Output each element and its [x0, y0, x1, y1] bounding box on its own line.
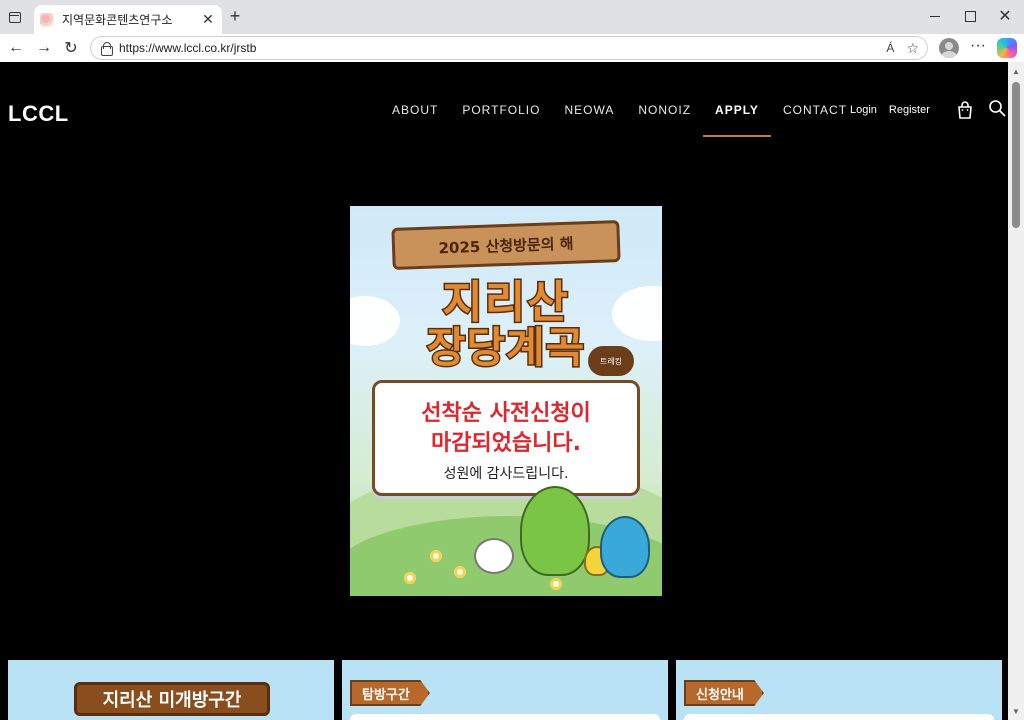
login-link[interactable]: Login — [850, 104, 877, 116]
browser-tab[interactable]: 지역문화콘텐츠연구소 ✕ — [34, 5, 222, 34]
info-card-2[interactable]: 탐방구간 — [342, 660, 668, 720]
page-viewport: LCCL ABOUT PORTFOLIO NEOWA NONOIZ APPLY … — [0, 62, 1024, 720]
more-options-icon[interactable]: ··· — [968, 37, 988, 57]
new-tab-icon[interactable]: + — [226, 7, 244, 26]
flower-decoration — [430, 550, 442, 562]
tab-actions-icon[interactable] — [6, 8, 24, 26]
scroll-up-icon[interactable]: ▲ — [1012, 68, 1020, 76]
sheep-character-illustration — [474, 538, 514, 574]
info-card-3[interactable]: 신청안내 — [676, 660, 1002, 720]
nav-nonoiz[interactable]: NONOIZ — [638, 103, 691, 117]
minimize-window-button[interactable] — [922, 6, 948, 26]
green-character-illustration — [520, 486, 590, 576]
poster-badge: 트레킹 — [588, 346, 634, 376]
shopping-bag-icon[interactable] — [956, 101, 974, 119]
flower-decoration — [550, 578, 562, 590]
read-aloud-icon[interactable]: Á — [886, 41, 894, 55]
auth-links: Login Register — [850, 104, 930, 116]
blue-character-illustration — [600, 516, 650, 578]
browser-toolbar: ← → ↻ https://www.lccl.co.kr/jrstb Á ☆ … — [0, 34, 1024, 62]
forward-arrow-icon[interactable]: → — [34, 38, 54, 58]
card-tag: 탐방구간 — [350, 680, 430, 706]
flower-decoration — [404, 572, 416, 584]
web-page: LCCL ABOUT PORTFOLIO NEOWA NONOIZ APPLY … — [4, 64, 1008, 720]
card-content-panel — [350, 714, 660, 720]
site-logo[interactable]: LCCL — [8, 101, 69, 127]
close-window-button[interactable]: ✕ — [992, 6, 1018, 26]
flower-decoration — [454, 566, 466, 578]
notice-line-3: 성원에 감사드립니다. — [443, 466, 569, 482]
close-tab-icon[interactable]: ✕ — [200, 11, 216, 28]
profile-avatar[interactable] — [939, 38, 959, 58]
info-card-1[interactable]: 지리산 미개방구간 — [8, 660, 334, 720]
card-title: 지리산 미개방구간 — [74, 682, 270, 716]
reload-icon[interactable]: ↻ — [61, 38, 81, 58]
notice-line-1: 선착순 사전신청이 — [421, 401, 591, 426]
scroll-down-icon[interactable]: ▼ — [1012, 708, 1020, 716]
notice-line-2: 마감되었습니다. — [430, 431, 582, 456]
browser-tab-bar: 지역문화콘텐츠연구소 ✕ + ✕ — [0, 0, 1024, 34]
maximize-window-button[interactable] — [957, 6, 983, 26]
tab-title: 지역문화콘텐츠연구소 — [62, 13, 173, 27]
back-arrow-icon[interactable]: ← — [6, 38, 26, 58]
main-navigation: ABOUT PORTFOLIO NEOWA NONOIZ APPLY CONTA… — [392, 103, 871, 137]
page-scrollbar[interactable]: ▲ ▼ — [1008, 62, 1024, 720]
nav-about[interactable]: ABOUT — [392, 103, 438, 117]
card-tag: 신청안내 — [684, 680, 764, 706]
site-favicon-icon — [40, 12, 54, 27]
nav-portfolio[interactable]: PORTFOLIO — [462, 103, 540, 117]
favorite-star-icon[interactable]: ☆ — [906, 40, 919, 57]
closed-notice-box: 선착순 사전신청이 마감되었습니다. 성원에 감사드립니다. — [372, 380, 640, 496]
nav-neowa[interactable]: NEOWA — [564, 103, 614, 117]
register-link[interactable]: Register — [889, 104, 930, 116]
poster-ribbon: 2025 산청방문의 해 — [391, 220, 621, 270]
nav-contact[interactable]: CONTACT — [783, 103, 847, 117]
event-poster: 2025 산청방문의 해 지리산 장당계곡 트레킹 선착순 사전신청이 마감되었… — [350, 206, 662, 596]
card-content-panel — [684, 714, 994, 720]
search-icon[interactable] — [988, 99, 1006, 117]
copilot-icon[interactable] — [997, 38, 1017, 58]
site-info-lock-icon[interactable] — [99, 41, 113, 56]
url-text[interactable]: https://www.lccl.co.kr/jrstb — [119, 41, 886, 55]
nav-apply[interactable]: APPLY — [703, 103, 771, 137]
address-bar[interactable]: https://www.lccl.co.kr/jrstb Á ☆ — [90, 36, 928, 60]
scrollbar-thumb[interactable] — [1012, 82, 1020, 228]
